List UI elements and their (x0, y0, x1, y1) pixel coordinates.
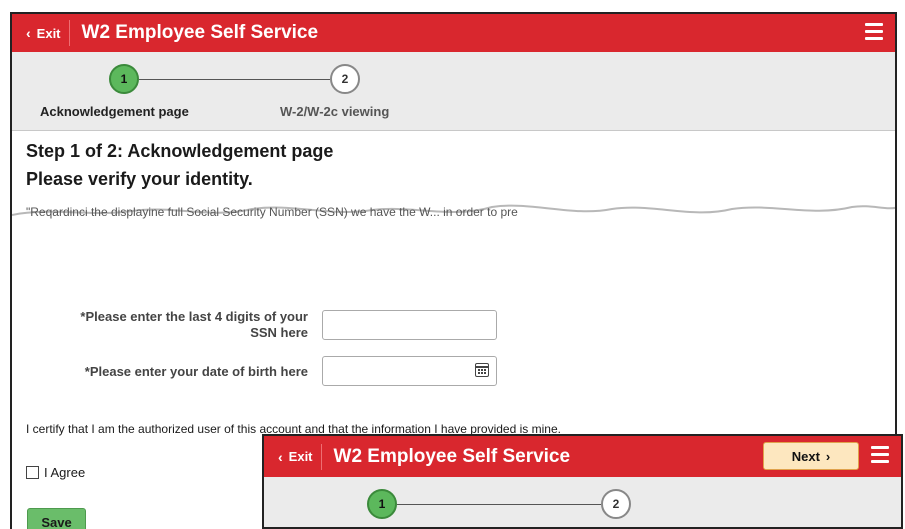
chevron-left-icon: ‹ (26, 25, 31, 41)
chevron-left-icon: ‹ (278, 448, 283, 465)
agree-checkbox[interactable]: I Agree (26, 465, 85, 480)
disclaimer-text: "Reqardinci the displayine full Social S… (26, 205, 518, 219)
dob-input[interactable] (322, 356, 497, 386)
step-2-label[interactable]: W-2/W-2c viewing (280, 104, 389, 119)
next-label: Next (791, 448, 820, 464)
calendar-icon[interactable] (475, 363, 489, 377)
ssn-row: *Please enter the last 4 digits of your … (26, 309, 497, 341)
overlay-step-1-circle[interactable]: 1 (367, 489, 397, 519)
overlay-step-progress-bar: 1 2 (264, 477, 901, 527)
overlay-screenshot: ‹ Exit W2 Employee Self Service Next › 1… (262, 434, 903, 529)
next-button[interactable]: Next › (763, 442, 859, 470)
dob-label: *Please enter your date of birth here (84, 363, 308, 379)
step-1-circle[interactable]: 1 (109, 64, 139, 94)
ssn-label: *Please enter the last 4 digits of your … (80, 309, 308, 340)
checkbox-icon[interactable] (26, 466, 39, 479)
header-bar: ‹ Exit W2 Employee Self Service (12, 14, 895, 52)
overlay-header-bar: ‹ Exit W2 Employee Self Service Next › (264, 436, 901, 477)
exit-label: Exit (36, 25, 61, 41)
torn-disclaimer: "Reqardinci the displayine full Social S… (12, 197, 895, 235)
overlay-hamburger-menu-icon[interactable] (871, 446, 889, 467)
step-2-circle[interactable]: 2 (330, 64, 360, 94)
exit-button[interactable]: ‹ Exit (20, 20, 70, 46)
save-button[interactable]: Save (27, 508, 86, 529)
page-title: W2 Employee Self Service (81, 22, 319, 43)
overlay-step-connector (397, 504, 601, 505)
step-progress-bar: 1 2 Acknowledgement page W-2/W-2c viewin… (12, 52, 895, 131)
chevron-right-icon: › (825, 448, 831, 464)
step-connector (139, 79, 330, 80)
step-1-label[interactable]: Acknowledgement page (40, 104, 189, 119)
ssn-input[interactable] (322, 310, 497, 340)
overlay-exit-button[interactable]: ‹ Exit (272, 443, 322, 470)
verify-heading: Please verify your identity. (26, 169, 253, 189)
overlay-page-title: W2 Employee Self Service (333, 445, 571, 467)
step-heading: Step 1 of 2: Acknowledgement page (26, 141, 334, 161)
overlay-step-2-circle[interactable]: 2 (601, 489, 631, 519)
hamburger-menu-icon[interactable] (865, 23, 883, 44)
agree-label: I Agree (44, 465, 86, 480)
overlay-exit-label: Exit (288, 449, 313, 464)
dob-row: *Please enter your date of birth here (26, 356, 497, 386)
